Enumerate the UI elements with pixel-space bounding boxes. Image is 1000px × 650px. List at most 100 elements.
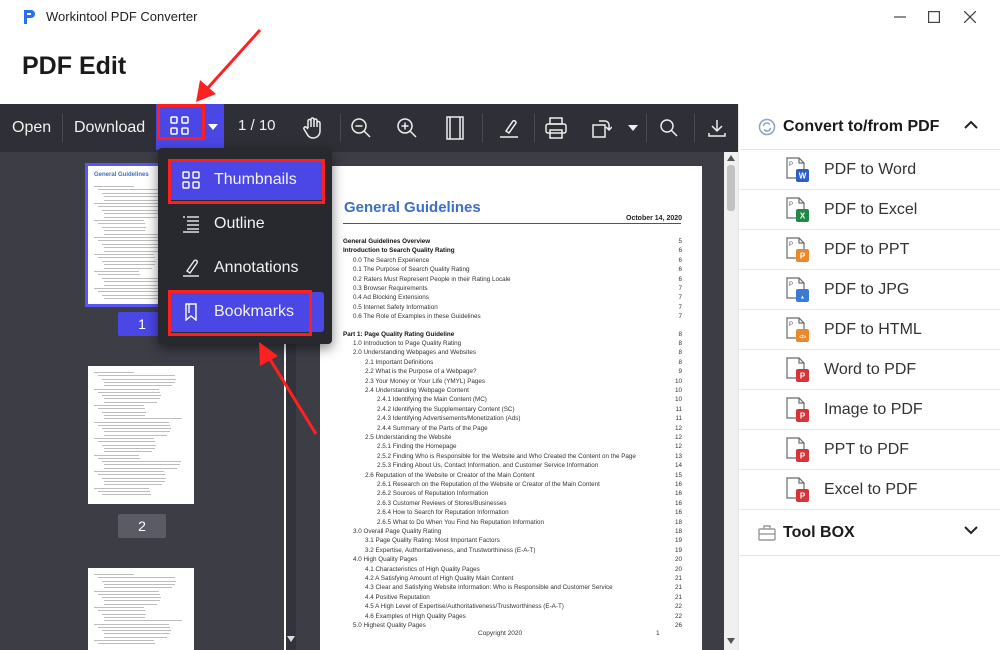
pdf-to-excel-item[interactable]: P X PDF to Excel [740, 190, 1000, 230]
toc-entry: Part 1: Page Quality Rating Guideline [343, 330, 455, 338]
svg-text:P: P [800, 452, 806, 461]
toc-page-number: 20 [674, 565, 682, 573]
thumbnail-text-line [94, 574, 134, 575]
pdf-to-ppt-item[interactable]: P P PDF to PPT [740, 230, 1000, 270]
word-to-pdf-item[interactable]: P Word to PDF [740, 350, 1000, 390]
pdf-to-word-item[interactable]: P W PDF to Word [740, 150, 1000, 190]
open-button[interactable]: Open [12, 119, 51, 137]
scroll-down-icon[interactable] [287, 636, 295, 642]
document-scrollbar-thumb[interactable] [727, 165, 735, 211]
toc-page-number: 7 [678, 294, 682, 302]
toc-page-number: 7 [678, 285, 682, 292]
toc-page-number: 15 [674, 471, 682, 479]
minimize-button[interactable] [888, 6, 912, 28]
thumbnail-text-line [104, 216, 157, 218]
zoom-out-button[interactable] [346, 104, 376, 152]
thumbnail-text-line [104, 484, 162, 486]
chevron-down-icon [628, 125, 638, 131]
toc-entry: 2.5.2 Finding Who is Responsible for the… [377, 452, 636, 460]
thumbnail-text-line [102, 461, 181, 463]
convert-section-header[interactable]: Convert to/from PDF [740, 104, 1000, 150]
svg-text:P: P [800, 372, 806, 381]
thumbnail-text-line [94, 271, 139, 272]
print-button[interactable] [540, 104, 572, 152]
thumbnail-text-line [94, 438, 154, 439]
toc-entry: 2.6.5 What to Do When You Find No Reputa… [377, 518, 544, 526]
thumbnail-text-line [94, 590, 159, 592]
convert-item-label: PDF to HTML [824, 321, 922, 338]
toc-page-number: 10 [674, 387, 682, 394]
toc-page-number: 22 [674, 612, 682, 620]
document-footer: Copyright 2020 [478, 630, 523, 637]
rotate-button[interactable] [588, 104, 614, 152]
toc-entry: 5.0 Highest Quality Pages [353, 622, 426, 629]
thumbnail-text-line [98, 577, 175, 579]
thumbnail-text-line [104, 431, 170, 433]
menu-item-annotations[interactable]: Annotations [168, 248, 324, 288]
zoom-in-button[interactable] [392, 104, 422, 152]
menu-item-label: Annotations [214, 259, 299, 276]
search-button[interactable] [656, 104, 682, 152]
thumbnail-text-line [102, 494, 151, 496]
thumbnail-text-line [98, 490, 150, 492]
toc-entry: 4.0 High Quality Pages [353, 556, 418, 564]
maximize-button[interactable] [922, 6, 946, 28]
thumbnail-page[interactable] [88, 366, 194, 504]
fit-page-button[interactable] [440, 104, 470, 152]
image-to-pdf-item[interactable]: P Image to PDF [740, 390, 1000, 430]
image-to-pdf-icon: P [786, 397, 809, 422]
toc-entry: 2.6.2 Sources of Reputation Information [377, 490, 489, 498]
thumbnail-text-line [94, 607, 144, 608]
document-scrollbar[interactable] [724, 152, 738, 650]
thumbnail-text-line [94, 186, 134, 187]
thumbnail-text-line [98, 474, 165, 476]
scroll-down-icon[interactable] [727, 638, 735, 644]
excel-to-pdf-item[interactable]: P Excel to PDF [740, 470, 1000, 510]
svg-text:▲: ▲ [800, 295, 805, 301]
thumbnail-text-line [104, 418, 182, 420]
menu-item-outline[interactable]: Outline [168, 204, 324, 244]
page-indicator[interactable]: 1 / 10 [238, 117, 276, 134]
toolbox-icon [758, 525, 776, 541]
toc-entry: 3.1 Page Quality Rating: Most Important … [365, 537, 500, 545]
thumbnail-text-line [104, 298, 165, 300]
ppt-to-pdf-icon: P [786, 437, 809, 462]
toc-entry: 1.0 Introduction to Page Quality Rating [353, 340, 462, 347]
close-button[interactable] [958, 6, 982, 28]
pdf-to-jpg-item[interactable]: P ▲ PDF to JPG [740, 270, 1000, 310]
excel-to-pdf-icon: P [786, 477, 809, 502]
pdf-to-html-item[interactable]: P </> PDF to HTML [740, 310, 1000, 350]
rotate-dropdown-button[interactable] [626, 104, 640, 152]
toc-page-number: 13 [674, 452, 682, 460]
toc-entry: 2.6 Reputation of the Website or Creator… [365, 471, 535, 479]
toc-entry: 2.6.4 How to Search for Reputation Infor… [377, 509, 509, 517]
print-icon [545, 117, 567, 139]
thumbnail-page[interactable] [88, 568, 194, 650]
thumbnail-text-line [104, 434, 167, 436]
toc-entry: 0.0 The Search Experience [353, 256, 430, 264]
toc-page-number: 14 [674, 462, 682, 470]
thumbnail-text-line [102, 444, 156, 446]
thumbnail-text-line [98, 441, 155, 443]
thumbnail-text-line [94, 421, 169, 423]
thumbnail-text-line [104, 447, 155, 449]
convert-item-label: PDF to Excel [824, 201, 918, 218]
toc-page-number: 6 [678, 266, 682, 274]
highlight-box [168, 290, 312, 336]
thumbnail-text-line [98, 626, 170, 628]
hand-tool-button[interactable] [296, 104, 330, 152]
pdf-to-html-icon: P </> [786, 317, 809, 342]
sign-icon [500, 119, 518, 138]
thumbnail-text-line [104, 230, 145, 232]
thumbnail-text-line [104, 267, 152, 269]
save-download-button[interactable] [704, 104, 730, 152]
download-button[interactable]: Download [74, 119, 145, 137]
toolbox-section-header[interactable]: Tool BOX [740, 510, 1000, 556]
ppt-to-pdf-item[interactable]: P PPT to PDF [740, 430, 1000, 470]
thumbnail-text-line [98, 223, 145, 225]
convert-item-label: Excel to PDF [824, 481, 918, 498]
convert-item-label: PDF to Word [824, 161, 917, 178]
sign-button[interactable] [494, 104, 524, 152]
svg-text:P: P [789, 242, 793, 248]
scroll-up-icon[interactable] [727, 155, 735, 161]
